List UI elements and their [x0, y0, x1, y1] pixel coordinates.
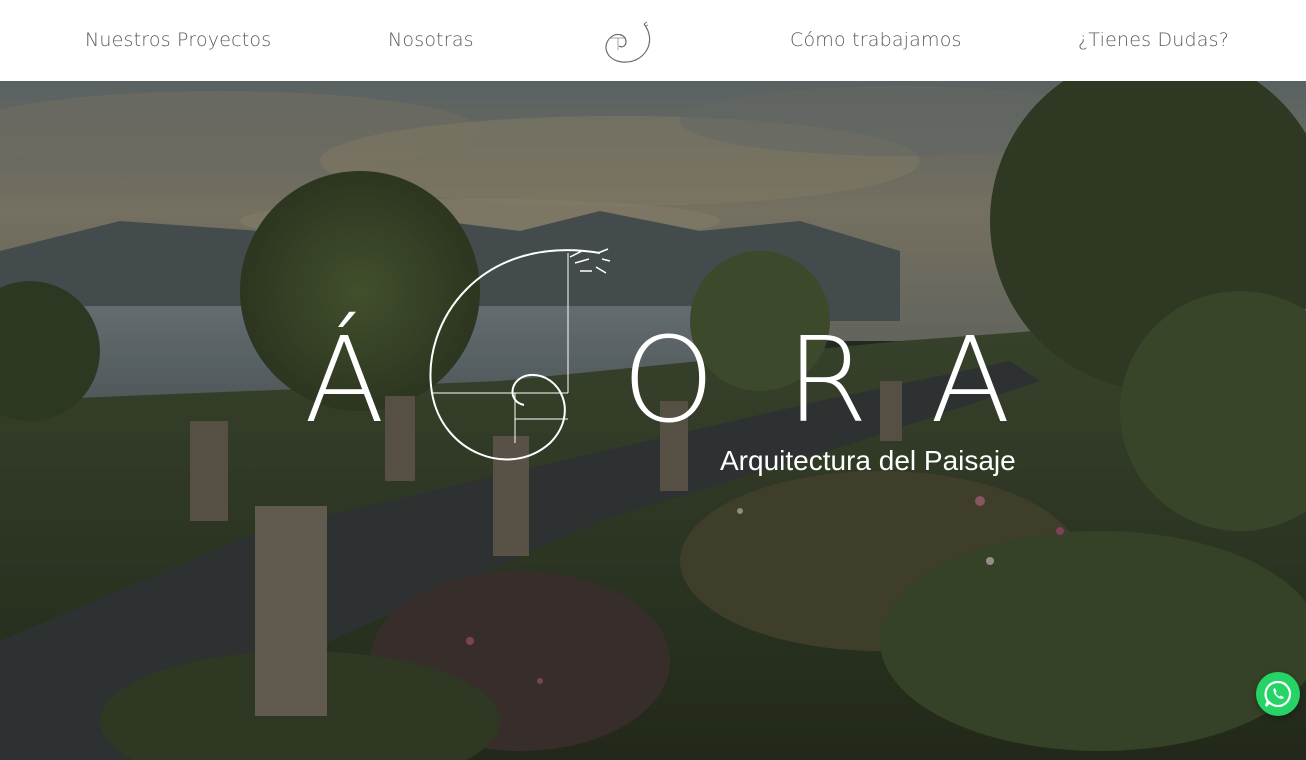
golden-spiral-icon [429, 248, 611, 461]
brand-letter-r: R [786, 311, 868, 449]
brand-letter-a-accent: Á [304, 311, 385, 449]
hero-tagline: Arquitectura del Paisaje [720, 445, 1016, 476]
top-navigation: Nuestros Proyectos Nosotras Cómo trabaja… [0, 0, 1306, 81]
golden-spiral-logo[interactable] [600, 20, 654, 66]
nav-link-tienes-dudas[interactable]: ¿Tienes Dudas? [1078, 29, 1229, 51]
nav-link-como-trabajamos[interactable]: Cómo trabajamos [790, 29, 962, 51]
hero-section: Á O R A Arquitectura del Paisaje [0, 81, 1306, 760]
brand-letter-a: A [930, 311, 1011, 449]
whatsapp-icon [1264, 680, 1292, 708]
nav-link-nosotras[interactable]: Nosotras [388, 29, 474, 51]
whatsapp-button[interactable] [1256, 672, 1300, 716]
brand-letter-o: O [622, 311, 715, 449]
nav-link-nuestros-proyectos[interactable]: Nuestros Proyectos [85, 29, 271, 51]
